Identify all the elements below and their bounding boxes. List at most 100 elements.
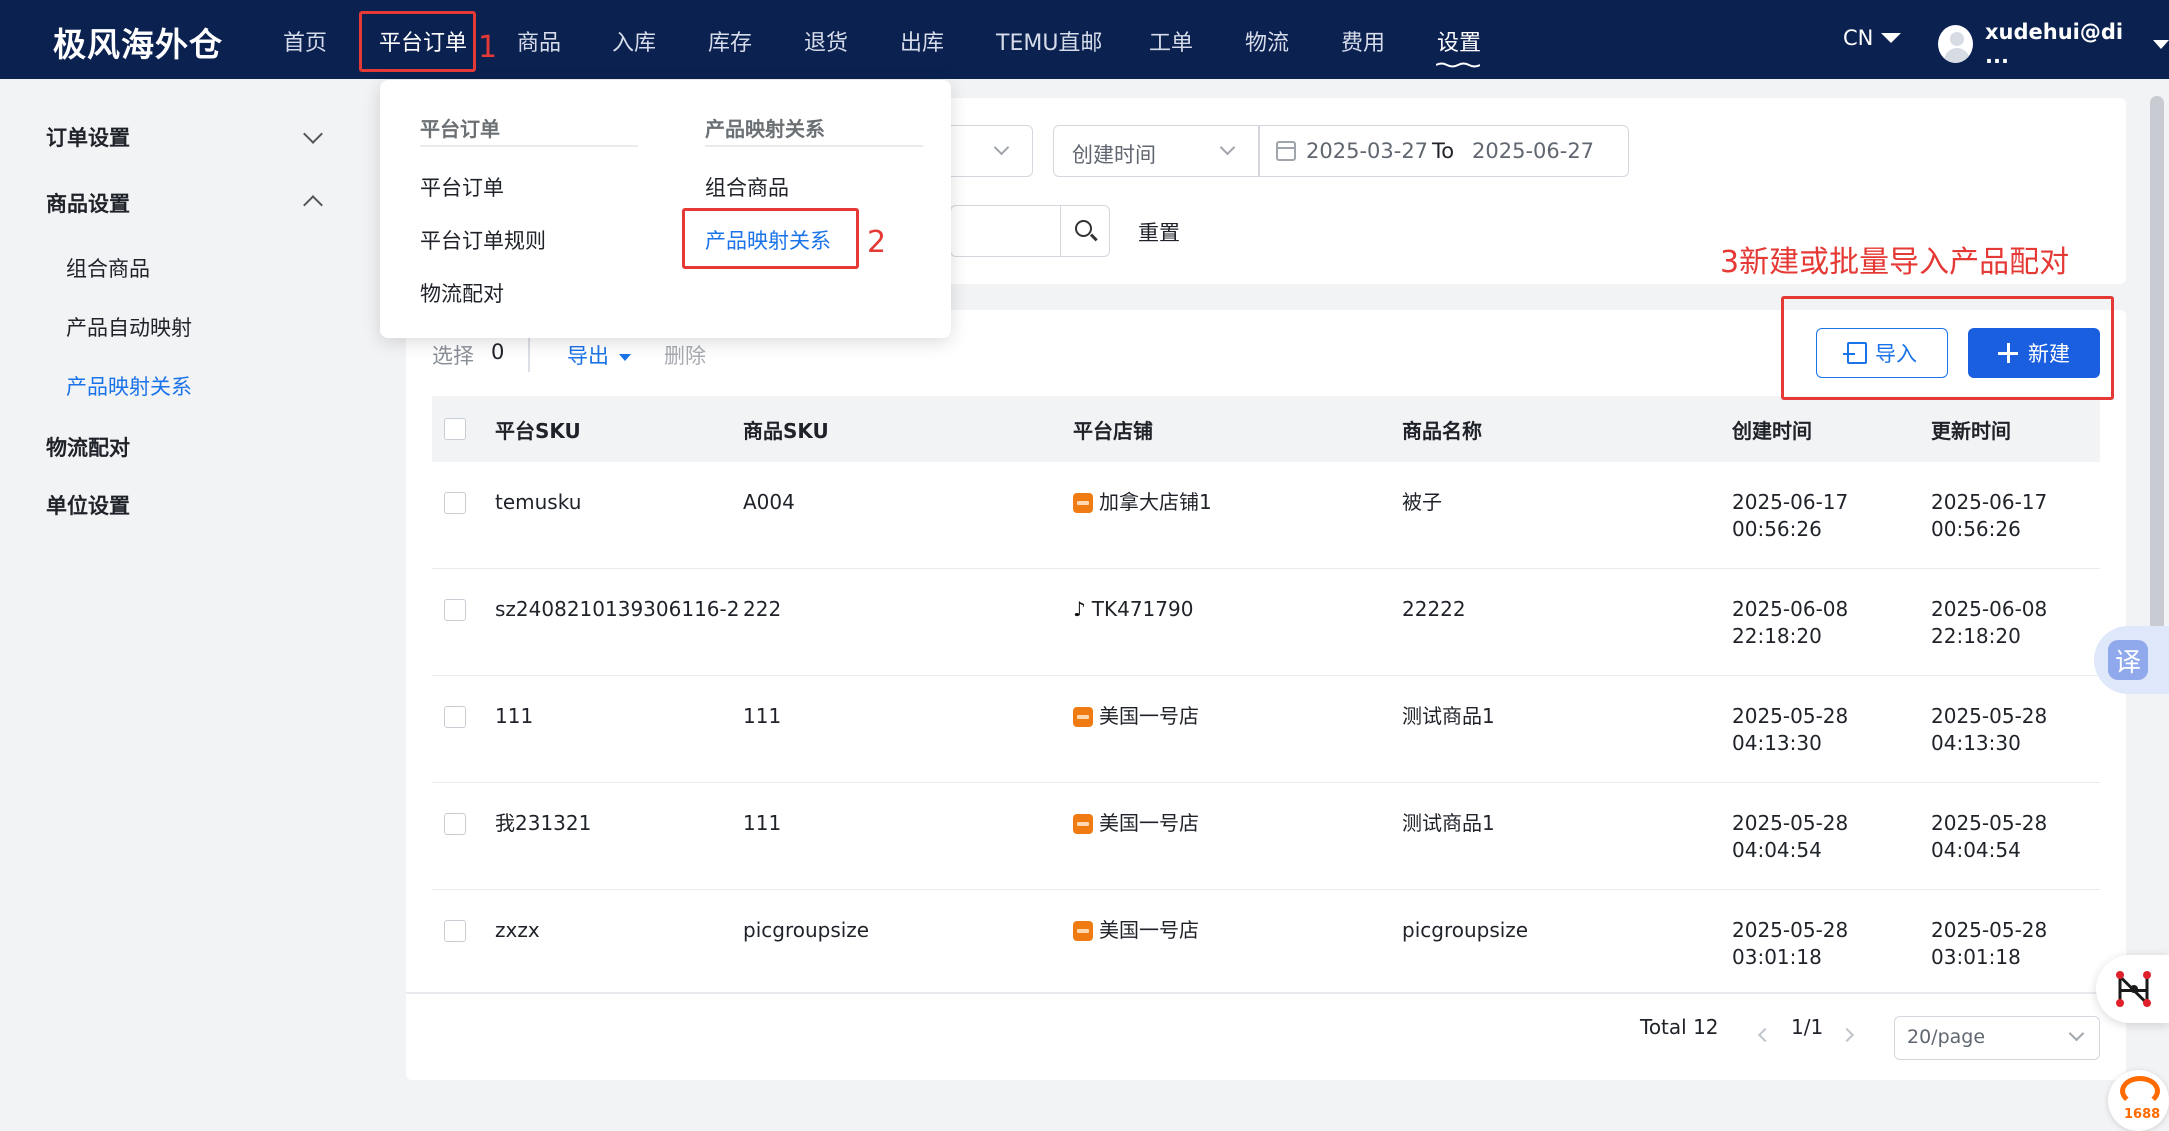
logo-1688-arc xyxy=(2120,1076,2160,1106)
cell-product-name: 被子 xyxy=(1402,490,1442,514)
brand-logo[interactable]: 极风海外仓 xyxy=(53,18,223,66)
annotation-box-step1 xyxy=(359,11,476,72)
dropdown-item-platform-orders[interactable]: 平台订单 xyxy=(420,172,504,202)
nav-home[interactable]: 首页 xyxy=(283,25,327,57)
platform-orders-dropdown: 平台订单 平台订单 平台订单规则 物流配对 产品映射关系 组合商品 产品映射关系 xyxy=(380,80,951,338)
nav-work-orders[interactable]: 工单 xyxy=(1149,25,1193,57)
updated-clock: 03:01:18 xyxy=(1931,945,2021,969)
nav-inbound[interactable]: 入库 xyxy=(612,25,656,57)
dropdown-item-combo-products[interactable]: 组合商品 xyxy=(705,172,789,202)
column-header-product-sku[interactable]: 商品SKU xyxy=(743,415,829,444)
table-row[interactable]: sz2408210139306116-2 222 ♪ TK471790 22222… xyxy=(432,569,2100,676)
nav-returns[interactable]: 退货 xyxy=(804,25,848,57)
temu-icon xyxy=(1073,492,1093,513)
column-header-platform-sku[interactable]: 平台SKU xyxy=(495,415,581,444)
delete-button[interactable]: 删除 xyxy=(664,340,706,370)
logo-1688[interactable]: 1688 xyxy=(2108,1070,2169,1131)
updated-clock: 04:13:30 xyxy=(1931,731,2021,755)
select-all-checkbox[interactable] xyxy=(444,418,466,440)
page-size-select[interactable]: 20/page xyxy=(1894,1016,2100,1060)
nav-temu-direct[interactable]: TEMU直邮 xyxy=(996,25,1102,57)
column-header-created-time[interactable]: 创建时间 xyxy=(1732,415,1812,444)
cell-product-sku: A004 xyxy=(743,490,795,514)
cell-created-time: 2025-06-08 22:18:20 xyxy=(1732,596,1848,650)
sidebar-group-logistics-pairing[interactable]: 物流配对 xyxy=(46,432,130,462)
column-header-product-name[interactable]: 商品名称 xyxy=(1402,415,1482,444)
search-button[interactable] xyxy=(1060,205,1110,257)
sidebar-group-order-settings[interactable]: 订单设置 xyxy=(46,122,130,152)
date-range-picker[interactable]: 2025-03-27 To 2025-06-27 xyxy=(1259,125,1629,177)
avatar xyxy=(1938,25,1973,63)
table-row[interactable]: zxzx picgroupsize 美国一号店 picgroupsize 202… xyxy=(432,890,2100,997)
network-icon xyxy=(2116,971,2152,1007)
updated-date: 2025-05-28 xyxy=(1931,918,2048,942)
table-row[interactable]: 我231321 111 美国一号店 测试商品1 2025-05-28 04:04:… xyxy=(432,783,2100,890)
cell-platform-sku: sz2408210139306116-2 xyxy=(495,597,740,621)
created-clock: 22:18:20 xyxy=(1732,624,1822,648)
annotation-step2: 2 xyxy=(867,225,887,260)
annotation-box-step2 xyxy=(682,208,859,269)
cell-updated-time: 2025-05-28 04:13:30 xyxy=(1931,703,2047,757)
chevron-down-icon[interactable] xyxy=(303,124,323,144)
cell-platform-shop: ♪ TK471790 xyxy=(1073,596,1193,623)
cell-product-name: 22222 xyxy=(1402,597,1466,621)
nav-settings[interactable]: 设置 xyxy=(1437,25,1481,57)
nav-logistics[interactable]: 物流 xyxy=(1245,25,1289,57)
cell-created-time: 2025-05-28 04:13:30 xyxy=(1732,703,1848,757)
nav-outbound[interactable]: 出库 xyxy=(900,25,944,57)
shop-name: 美国一号店 xyxy=(1099,811,1199,835)
translate-button[interactable]: 译 xyxy=(2094,626,2169,694)
tiktok-icon: ♪ xyxy=(1073,597,1086,621)
sidebar-item-combo-products[interactable]: 组合商品 xyxy=(66,253,150,283)
annotation-step1: 1 xyxy=(478,30,498,65)
sidebar-item-product-mapping[interactable]: 产品映射关系 xyxy=(66,371,192,401)
created-date: 2025-05-28 xyxy=(1732,918,1849,942)
nav-inventory[interactable]: 库存 xyxy=(708,25,752,57)
row-checkbox[interactable] xyxy=(444,706,466,728)
updated-date: 2025-05-28 xyxy=(1931,704,2048,728)
column-header-updated-time[interactable]: 更新时间 xyxy=(1931,415,2011,444)
table-row[interactable]: temusku A004 加拿大店铺1 被子 2025-06-17 00:56:2… xyxy=(432,462,2100,569)
updated-date: 2025-05-28 xyxy=(1931,811,2048,835)
pagination-page: 1/1 xyxy=(1791,1015,1824,1039)
top-navbar: 极风海外仓 首页 平台订单 商品 入库 库存 退货 出库 TEMU直邮 工单 物… xyxy=(0,0,2169,79)
cell-product-sku: 222 xyxy=(743,597,782,621)
dropdown-item-order-rules[interactable]: 平台订单规则 xyxy=(420,225,546,255)
updated-clock: 00:56:26 xyxy=(1931,517,2021,541)
reset-button[interactable]: 重置 xyxy=(1138,217,1180,247)
ai-assistant-button[interactable] xyxy=(2096,955,2169,1023)
search-icon xyxy=(1075,220,1092,237)
row-checkbox[interactable] xyxy=(444,920,466,942)
sidebar-item-auto-mapping[interactable]: 产品自动映射 xyxy=(66,312,192,342)
row-checkbox[interactable] xyxy=(444,599,466,621)
nav-fees[interactable]: 费用 xyxy=(1341,25,1385,57)
date-start: 2025-03-27 xyxy=(1306,139,1429,163)
user-menu[interactable]: xudehui@di ... xyxy=(1938,20,2169,68)
sidebar-group-product-settings[interactable]: 商品设置 xyxy=(46,188,130,218)
cell-platform-sku: zxzx xyxy=(495,918,540,942)
cell-platform-shop: 美国一号店 xyxy=(1073,917,1199,944)
sidebar-group-unit-settings[interactable]: 单位设置 xyxy=(46,490,130,520)
column-header-platform-shop[interactable]: 平台店铺 xyxy=(1073,415,1153,444)
time-type-select[interactable]: 创建时间 xyxy=(1053,125,1259,177)
calendar-icon xyxy=(1276,141,1296,161)
cell-created-time: 2025-05-28 03:01:18 xyxy=(1732,917,1848,971)
search-input[interactable] xyxy=(950,205,1060,257)
created-clock: 03:01:18 xyxy=(1732,945,1822,969)
language-label: CN xyxy=(1843,26,1874,50)
nav-products[interactable]: 商品 xyxy=(517,25,561,57)
nav-active-underline xyxy=(1436,62,1480,68)
annotation-box-step3 xyxy=(1781,296,2114,400)
export-dropdown[interactable]: 导出 xyxy=(567,340,631,370)
shop-name: 美国一号店 xyxy=(1099,704,1199,728)
cell-product-name: 测试商品1 xyxy=(1402,704,1495,728)
table-row[interactable]: 111 111 美国一号店 测试商品1 2025-05-28 04:13:30 2… xyxy=(432,676,2100,783)
chevron-up-icon[interactable] xyxy=(303,195,323,215)
language-switcher[interactable]: CN xyxy=(1843,26,1902,50)
page-scrollbar[interactable] xyxy=(2150,96,2164,656)
translate-icon: 译 xyxy=(2108,640,2148,680)
dropdown-item-logistics-pairing[interactable]: 物流配对 xyxy=(420,278,504,308)
shop-name: 美国一号店 xyxy=(1099,918,1199,942)
row-checkbox[interactable] xyxy=(444,492,466,514)
row-checkbox[interactable] xyxy=(444,813,466,835)
